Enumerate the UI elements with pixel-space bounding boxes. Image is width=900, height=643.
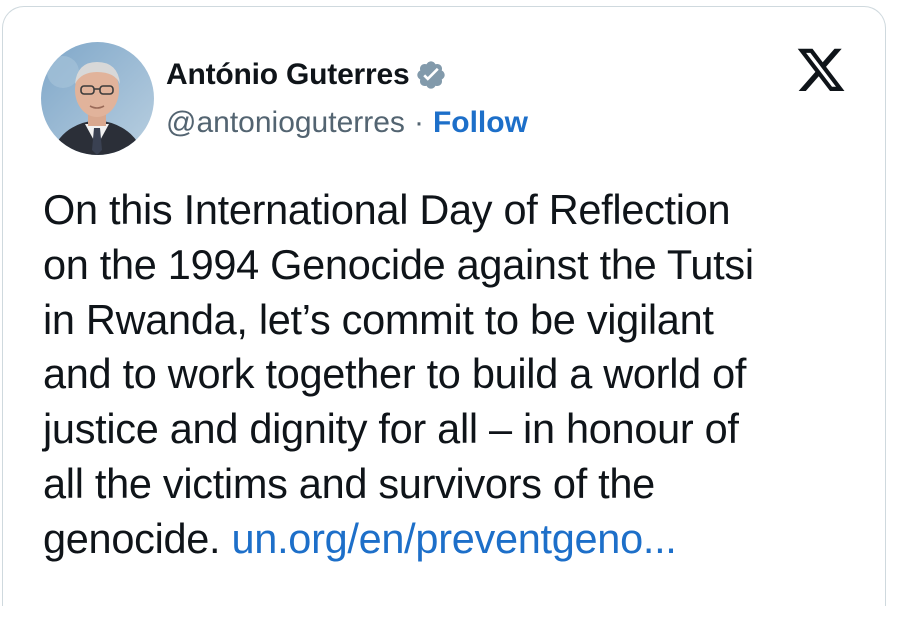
x-logo-icon[interactable]	[795, 47, 847, 95]
tweet-text-line: genocide.	[43, 514, 232, 562]
tweet-text: On this International Day of Reflection …	[43, 183, 863, 567]
tweet-card[interactable]: António Guterres @antonioguterres · Foll…	[2, 6, 886, 606]
separator-dot: ·	[413, 106, 424, 139]
tweet-text-line: On this International Day of Reflection	[43, 186, 731, 233]
author-handle[interactable]: @antonioguterres	[166, 106, 405, 140]
author-display-name[interactable]: António Guterres	[166, 58, 410, 92]
avatar-image	[41, 42, 154, 155]
tweet-text-line: all the victims and survivors of the	[43, 459, 655, 507]
follow-button[interactable]: Follow	[433, 106, 528, 140]
tweet-text-line: justice and dignity for all – in honour …	[43, 405, 739, 453]
author-name-row: António Guterres	[166, 55, 447, 95]
author-avatar[interactable]	[41, 42, 154, 155]
tweet-text-last-line: genocide. un.org/en/preventgeno...	[43, 512, 863, 567]
tweet-text-line: on the 1994 Genocide against the Tutsi	[43, 240, 754, 288]
tweet-text-line: and to work together to build a world of	[43, 350, 747, 398]
tweet-link[interactable]: un.org/en/preventgeno...	[232, 515, 677, 562]
verified-badge-icon	[415, 59, 447, 91]
tweet-text-line: in Rwanda, let’s commit to be vigilant	[43, 295, 714, 343]
author-handle-row: @antonioguterres · Follow	[166, 103, 528, 143]
